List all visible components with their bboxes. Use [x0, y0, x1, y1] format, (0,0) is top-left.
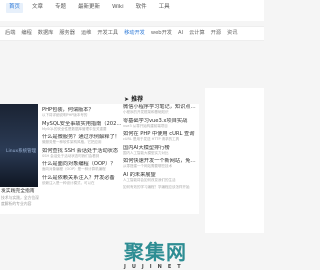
item-sub: 小程序的开发框架和基础知识: [123, 110, 169, 114]
nav-latest[interactable]: 最新更新: [75, 3, 103, 13]
list-item[interactable]: 什么是面向对象编程（OOP）？ 面向对象编程（OOP）是一种计算机编程: [42, 161, 122, 175]
sidebar-ad-panel: [205, 88, 264, 233]
list-item[interactable]: MySQL安全事故实用指南（2024版） MySQL的安全性是数据库管理中至关重要: [42, 121, 122, 135]
list-item[interactable]: AI 的未来展望 人工智能将会如何改变我们的生活: [123, 172, 199, 186]
thumbnail-caption: Linux系统管理: [6, 149, 37, 154]
logo-text: 聚集网: [124, 240, 187, 264]
featured-subtitle: 技术与实践，全方位深度解析的专业内容: [1, 195, 39, 206]
tag-ops[interactable]: 运维: [79, 30, 93, 37]
site-logo[interactable]: 聚集网 JUJINET: [124, 236, 187, 270]
item-sub: vue3 从零开始构建前端项目: [123, 123, 168, 128]
item-sub: 人工智能将会如何改变我们的生活: [123, 177, 176, 182]
category-tag-bar: 后端 编程 数据库 服务器 运维 开发工具 移动开发 web开发 AI 云计算 …: [0, 26, 264, 41]
tag-dev-tools[interactable]: 开发工具: [95, 30, 120, 37]
item-sub: 从零搭建一个网站需要哪些技术: [123, 164, 172, 168]
paper-plane-icon: ➤: [124, 96, 130, 103]
item-sub: 微服务是一种软件架构风格，它把应用: [42, 140, 102, 144]
tag-programming[interactable]: 编程: [19, 30, 33, 37]
list-item[interactable]: 零基础学习vue3.x项目实战 vue3 从零开始构建前端项目: [123, 118, 199, 132]
list-item[interactable]: 如何查找 SSH 会话处于活动状态 SSH 会话处于活动状态时我们会看到: [42, 148, 122, 162]
tag-mobile-dev[interactable]: 移动开发: [122, 30, 147, 37]
nav-wiki[interactable]: Wiki: [109, 3, 127, 13]
list-item[interactable]: PHP包装，何谓版本？ 以下将详细说明PHP版本号的: [42, 107, 122, 121]
item-sub: SSH 会话处于活动状态时我们会看到: [42, 153, 100, 158]
recommend-heading: ➤ 推荐: [124, 94, 143, 103]
item-sub: 如何有效的学习编程？学编程应该怎样开始: [123, 185, 190, 189]
item-sub: 面向对象编程（OOP）是一种计算机编程: [42, 167, 106, 171]
item-title: 如何查找 SSH 会话处于活动状态: [42, 147, 119, 154]
tag-web-dev[interactable]: web开发: [149, 30, 174, 37]
list-item[interactable]: 微信小程序学习笔记，知识点全面梳理小程序的开发框架和基础知识: [123, 104, 199, 118]
nav-topics[interactable]: 专题: [52, 3, 69, 13]
tag-ai[interactable]: AI: [176, 30, 185, 37]
recommend-list: 微信小程序学习笔记，知识点全面梳理小程序的开发框架和基础知识 零基础学习vue3…: [123, 104, 199, 199]
item-sub: 国内人工智能大模型实力对比: [123, 150, 169, 155]
tag-open-source[interactable]: 开源: [209, 30, 223, 37]
item-sub: 以下将详细说明PHP版本号的: [42, 113, 88, 117]
item-sub: 依赖注入是一种设计模式，可以在: [42, 180, 95, 185]
item-sub: MySQL的安全性是数据库管理中至关重要: [42, 126, 107, 131]
nav-articles[interactable]: 文章: [29, 3, 46, 13]
list-item[interactable]: 什么是微服务？通过示例解释了！ 微服务是一种软件架构风格，它把应用: [42, 134, 122, 148]
list-item[interactable]: 如何在 PHP 中使用 cURL 查询 cURL 是用于发送 HTTP 请求的工具: [123, 131, 199, 145]
list-item[interactable]: 什么是依赖关系注入？开发必备 依赖注入是一种设计模式，可以在: [42, 175, 122, 189]
logo-subtext: JUJINET: [124, 264, 187, 270]
recommend-label: 推荐: [131, 96, 144, 103]
list-item[interactable]: 如何有效的学习编程？学编程应该怎样开始: [123, 185, 199, 199]
article-list: PHP包装，何谓版本？ 以下将详细说明PHP版本号的 MySQL安全事故实用指南（…: [42, 107, 122, 188]
main-nav: 首页 文章 专题 最新更新 Wiki 软件 工具: [6, 3, 173, 13]
list-item[interactable]: 如何快速开发一个新网站，免费可 从零搭建一个网站需要哪些技术: [123, 158, 199, 172]
nav-tools[interactable]: 工具: [156, 3, 173, 13]
list-item[interactable]: 国内AI大模型排行榜 国内人工智能大模型实力对比: [123, 145, 199, 159]
featured-thumbnail[interactable]: Linux系统管理: [0, 104, 38, 187]
tag-database[interactable]: 数据库: [36, 30, 56, 37]
tag-news[interactable]: 资讯: [225, 30, 239, 37]
item-title: MySQL安全事故实用指南（2024版）: [42, 120, 122, 127]
tag-server[interactable]: 服务器: [57, 30, 77, 37]
item-title: 什么是依赖关系注入？开发必备: [42, 174, 115, 181]
tag-backend[interactable]: 后端: [3, 30, 17, 37]
nav-software[interactable]: 软件: [133, 3, 150, 13]
nav-home[interactable]: 首页: [6, 3, 24, 13]
featured-article[interactable]: 发实践完全指南 技术与实践，全方位深度解析的专业内容: [1, 189, 39, 207]
top-navbar: 首页 文章 专题 最新更新 Wiki 软件 工具: [0, 0, 264, 21]
item-sub: cURL 是用于发送 HTTP 请求的工具: [123, 137, 180, 141]
tag-cloud[interactable]: 云计算: [187, 30, 207, 37]
